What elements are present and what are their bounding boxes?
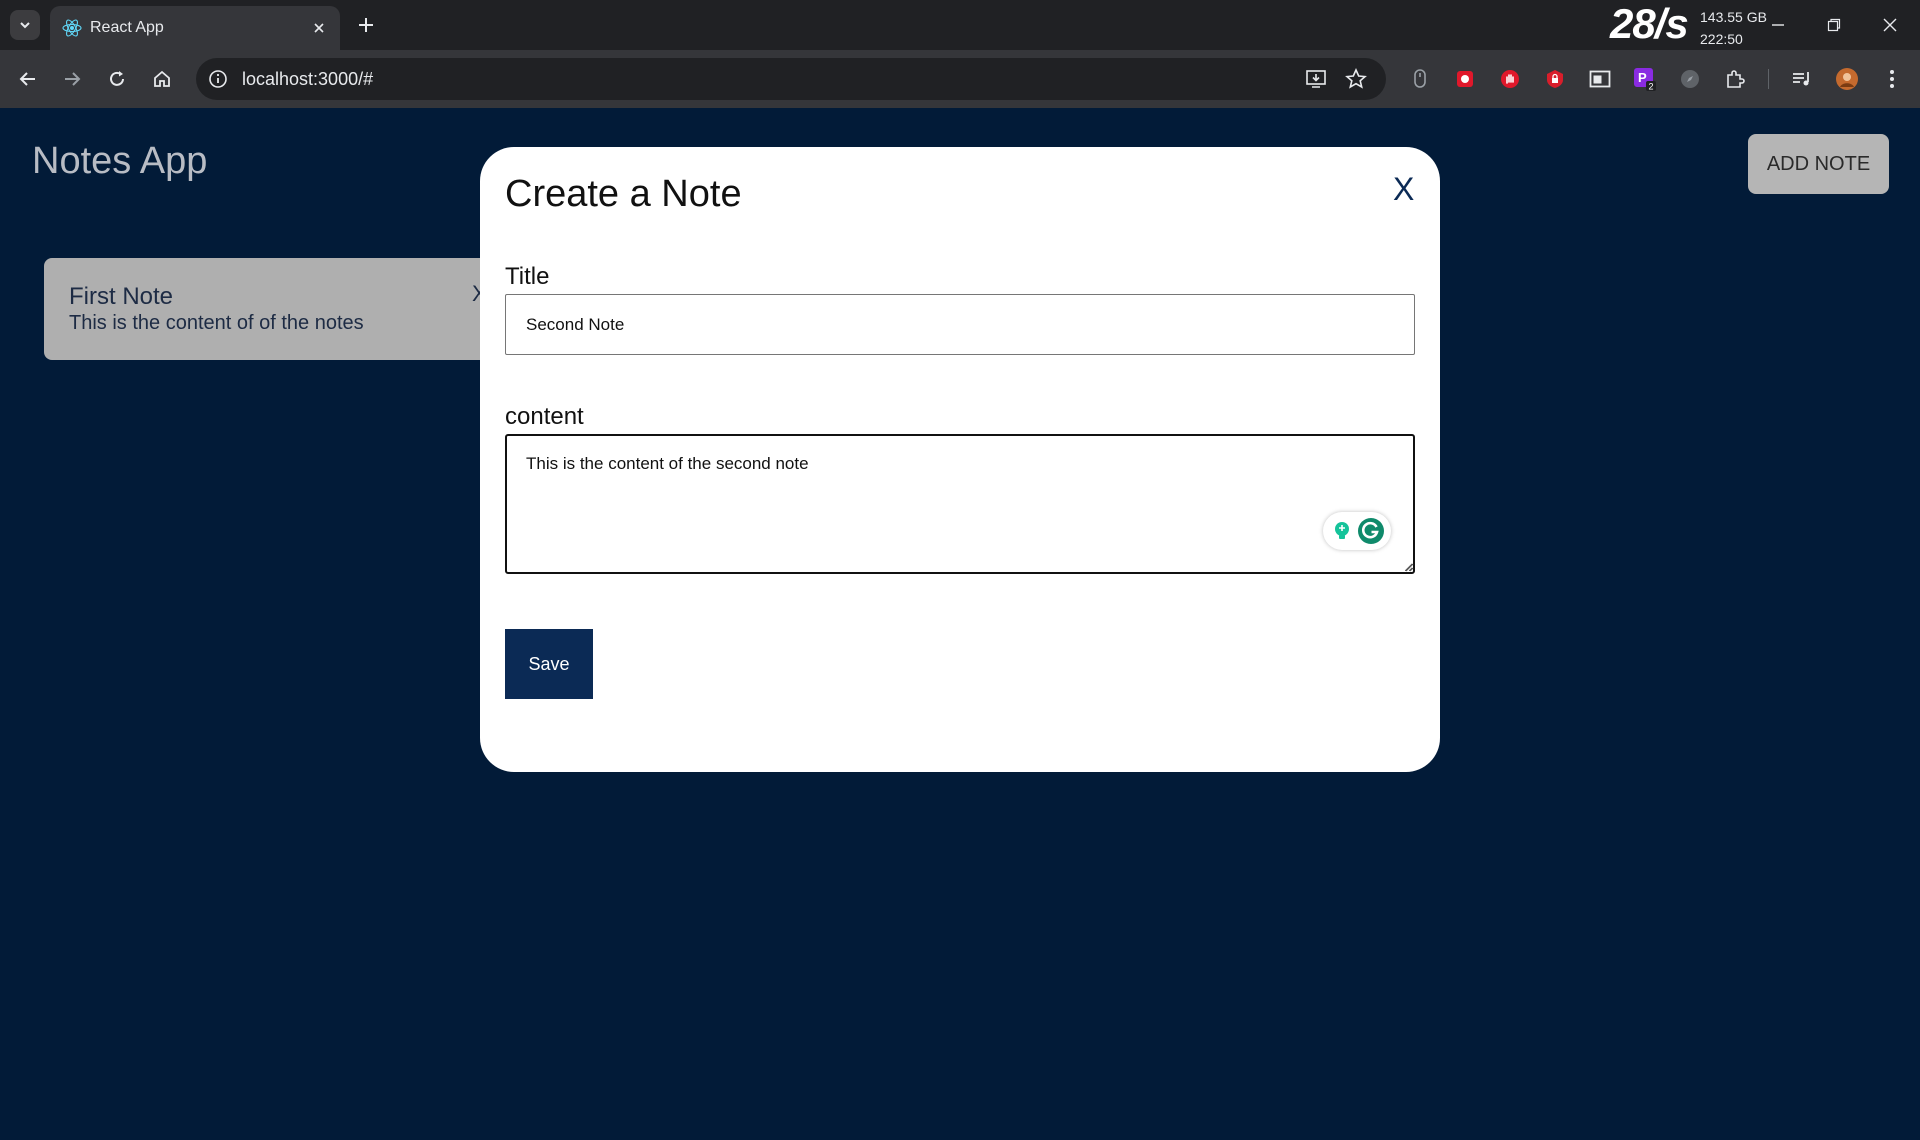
grammarly-logo-icon	[1358, 518, 1384, 544]
extension-p[interactable]: P 2	[1633, 67, 1657, 91]
toolbar-separator	[1768, 69, 1769, 89]
arrow-left-icon	[19, 72, 35, 86]
star-icon	[1345, 68, 1367, 89]
puzzle-icon	[1727, 70, 1745, 88]
close-icon	[1883, 18, 1897, 32]
extension-window[interactable]	[1588, 67, 1612, 91]
create-note-modal: Create a Note X Title content This is th…	[480, 147, 1440, 772]
avatar-icon	[1836, 68, 1858, 90]
note-card[interactable]: First Note This is the content of of the…	[44, 258, 514, 360]
install-app-button[interactable]	[1304, 67, 1328, 91]
new-tab-button[interactable]	[352, 11, 380, 39]
info-icon	[209, 70, 227, 88]
resize-grip-icon[interactable]	[1402, 560, 1414, 572]
chevron-down-icon	[20, 22, 30, 29]
url-text[interactable]: localhost:3000/#	[242, 69, 373, 90]
compass-icon	[1681, 70, 1699, 88]
extension-lock[interactable]	[1543, 67, 1567, 91]
minimize-button[interactable]	[1750, 0, 1806, 50]
install-icon	[1306, 70, 1326, 88]
restore-button[interactable]	[1806, 0, 1862, 50]
browser-menu-button[interactable]	[1880, 67, 1904, 91]
extension-hand[interactable]	[1498, 67, 1522, 91]
home-button[interactable]	[147, 64, 177, 94]
reload-icon	[110, 71, 124, 86]
record-icon	[1457, 71, 1473, 87]
extension-compass[interactable]	[1678, 67, 1702, 91]
extension-badge-count: 2	[1649, 82, 1654, 92]
media-controls-button[interactable]	[1790, 67, 1814, 91]
modal-close-button[interactable]: X	[1393, 171, 1414, 208]
arrow-right-icon	[65, 72, 81, 86]
plus-icon	[359, 18, 373, 32]
address-bar[interactable]: localhost:3000/#	[196, 58, 1386, 100]
hand-icon	[1501, 70, 1519, 88]
more-vertical-icon	[1890, 70, 1894, 88]
profile-avatar[interactable]	[1835, 67, 1859, 91]
bookmark-button[interactable]	[1344, 67, 1368, 91]
home-icon	[154, 70, 170, 87]
content-label: content	[505, 403, 584, 430]
mouse-icon	[1414, 69, 1426, 88]
forward-button[interactable]	[57, 64, 87, 94]
modal-title: Create a Note	[505, 173, 742, 215]
extensions-menu-button[interactable]	[1723, 67, 1747, 91]
tab-search-button[interactable]	[10, 10, 40, 40]
title-label: Title	[505, 263, 550, 290]
playlist-icon	[1793, 72, 1809, 86]
browser-toolbar: localhost:3000/# P 2	[0, 50, 1920, 108]
site-info-button[interactable]	[206, 67, 230, 91]
note-title: First Note	[69, 283, 174, 310]
note-content: This is the content of of the notes	[69, 312, 364, 334]
app-title: Notes App	[32, 140, 208, 182]
grammarly-widget[interactable]	[1323, 512, 1391, 550]
extension-letter: P	[1638, 70, 1647, 85]
add-note-button[interactable]: ADD NOTE	[1748, 134, 1889, 194]
net-speed-readout: 28/s	[1610, 0, 1689, 47]
restore-icon	[1827, 18, 1841, 32]
extension-record[interactable]	[1453, 67, 1477, 91]
lightbulb-icon	[1335, 522, 1349, 539]
extension-mouse[interactable]	[1408, 67, 1432, 91]
p-badge-icon: P 2	[1634, 68, 1656, 92]
tab-close-button[interactable]	[308, 17, 330, 39]
tab-title: React App	[90, 19, 164, 36]
content-textarea[interactable]: This is the content of the second note	[505, 434, 1415, 574]
browser-tab-strip: React App 28/s 143.55 GB 222:50	[0, 0, 1920, 50]
window-icon	[1589, 70, 1611, 88]
minimize-icon	[1772, 24, 1784, 26]
title-input[interactable]	[505, 294, 1415, 355]
lock-icon	[1547, 70, 1563, 88]
back-button[interactable]	[13, 64, 43, 94]
reload-button[interactable]	[102, 64, 132, 94]
react-logo-icon	[62, 19, 82, 37]
save-button[interactable]: Save	[505, 629, 593, 699]
close-icon	[314, 23, 324, 33]
browser-tab-active[interactable]: React App	[50, 6, 340, 50]
window-close-button[interactable]	[1862, 0, 1918, 50]
